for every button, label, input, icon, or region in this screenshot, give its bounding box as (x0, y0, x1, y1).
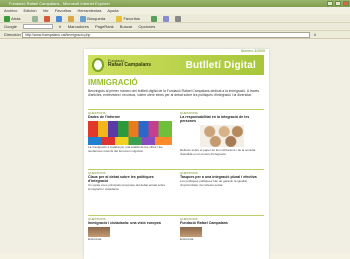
forward-button[interactable] (31, 14, 38, 23)
address-input[interactable]: http://www.fcampalans.cat/immigracio.php (22, 32, 310, 38)
google-search-input[interactable] (23, 24, 54, 30)
window-titlebar: Fundació Rafael Campalans - Microsoft In… (0, 0, 350, 7)
interviewee-photo (180, 227, 202, 237)
history-button[interactable] (151, 14, 158, 23)
menu-view[interactable]: Ver (43, 8, 49, 13)
stop-button[interactable] (43, 14, 50, 23)
maximize-button[interactable] (335, 1, 341, 6)
search-icon (80, 15, 87, 22)
history-icon (151, 15, 158, 22)
menu-help[interactable]: Ayuda (107, 8, 118, 13)
address-bar: Dirección http://www.fcampalans.cat/immi… (0, 31, 350, 39)
foundation-logo-icon (92, 58, 104, 72)
colorful-thumbnail (88, 121, 172, 137)
menu-bar: Archivo Edición Ver Favoritos Herramient… (0, 7, 350, 14)
forward-arrow-icon (31, 15, 38, 22)
back-arrow-icon (4, 15, 10, 22)
article-title[interactable]: La responsabilitat en la integració de l… (180, 115, 264, 123)
google-search-button[interactable]: Buscar (120, 23, 132, 31)
print-button[interactable] (175, 14, 182, 23)
intro-text: Benvinguts al primer número del butlletí… (88, 89, 260, 97)
google-label: Google (4, 24, 17, 29)
star-icon (116, 15, 123, 22)
article-card[interactable]: QÜESTIONS Immigració i ciutadania: una v… (88, 217, 172, 242)
refresh-icon (55, 15, 62, 22)
issue-number: Número 3/2009 (240, 49, 265, 53)
article-card[interactable]: QÜESTIONS La responsabilitat en la integ… (180, 111, 264, 157)
google-go-button[interactable]: Ir (59, 23, 61, 31)
colorful-thumbnail-strip (88, 137, 172, 145)
newsletter-title: Butlletí Digital (185, 60, 256, 71)
people-photo (200, 125, 244, 147)
bookmarks-button[interactable]: Marcadores (68, 23, 89, 31)
google-toolbar: Google Ir Marcadores PageRank Buscar Opc… (0, 23, 350, 31)
article-card[interactable]: QÜESTIONS Claus per al debat sobre les p… (88, 171, 172, 192)
article-title[interactable]: Claus per al debat sobre les polítiques … (88, 175, 172, 183)
toolbar: Atrás Búsqueda Favoritos (0, 14, 350, 23)
newsletter-header: Fundació Rafael Campalans Butlletí Digit… (88, 55, 264, 75)
back-button[interactable]: Atrás (4, 14, 25, 23)
browser-viewport[interactable]: Número 3/2009 Fundació Rafael Campalans … (0, 39, 350, 259)
refresh-button[interactable] (55, 14, 62, 23)
newsletter-page: Número 3/2009 Fundació Rafael Campalans … (84, 49, 269, 259)
print-icon (175, 15, 182, 22)
menu-tools[interactable]: Herramientas (77, 8, 101, 13)
article-title[interactable]: Fundació Rafael Campalans (180, 221, 264, 225)
article-card[interactable]: QÜESTIONS Fundació Rafael Campalans Entr… (180, 217, 264, 242)
stop-icon (43, 15, 50, 22)
mail-button[interactable] (163, 14, 170, 23)
article-card[interactable]: QÜESTIONS Tasques per a una integració p… (180, 171, 264, 188)
divider (88, 169, 264, 170)
menu-favorites[interactable]: Favoritos (55, 8, 71, 13)
foundation-name: Fundació Rafael Campalans (108, 58, 152, 68)
close-button[interactable] (343, 1, 349, 6)
divider (88, 215, 264, 216)
home-button[interactable] (67, 14, 74, 23)
favorites-button[interactable]: Favoritos (116, 14, 145, 23)
article-card[interactable]: QÜESTIONS Dades de l'informe La immigrac… (88, 111, 172, 154)
article-title[interactable]: Immigració i ciutadania: una visió europ… (88, 221, 172, 225)
interviewee-photo (88, 227, 110, 237)
window-title: Fundació Rafael Campalans - Microsoft In… (9, 1, 110, 6)
menu-edit[interactable]: Edición (23, 8, 36, 13)
section-title: IMMIGRACIÓ (88, 78, 138, 87)
divider (88, 109, 264, 110)
menu-file[interactable]: Archivo (4, 8, 17, 13)
search-button[interactable]: Búsqueda (80, 14, 110, 23)
minimize-button[interactable] (327, 1, 333, 6)
home-icon (67, 15, 74, 22)
address-go-button[interactable]: Ir (314, 32, 330, 38)
options-button[interactable]: Opciones (138, 23, 155, 31)
address-label: Dirección (4, 32, 21, 37)
pagerank-indicator: PageRank (94, 24, 114, 29)
article-title[interactable]: Dades de l'informe (88, 115, 172, 119)
mail-icon (163, 15, 170, 22)
